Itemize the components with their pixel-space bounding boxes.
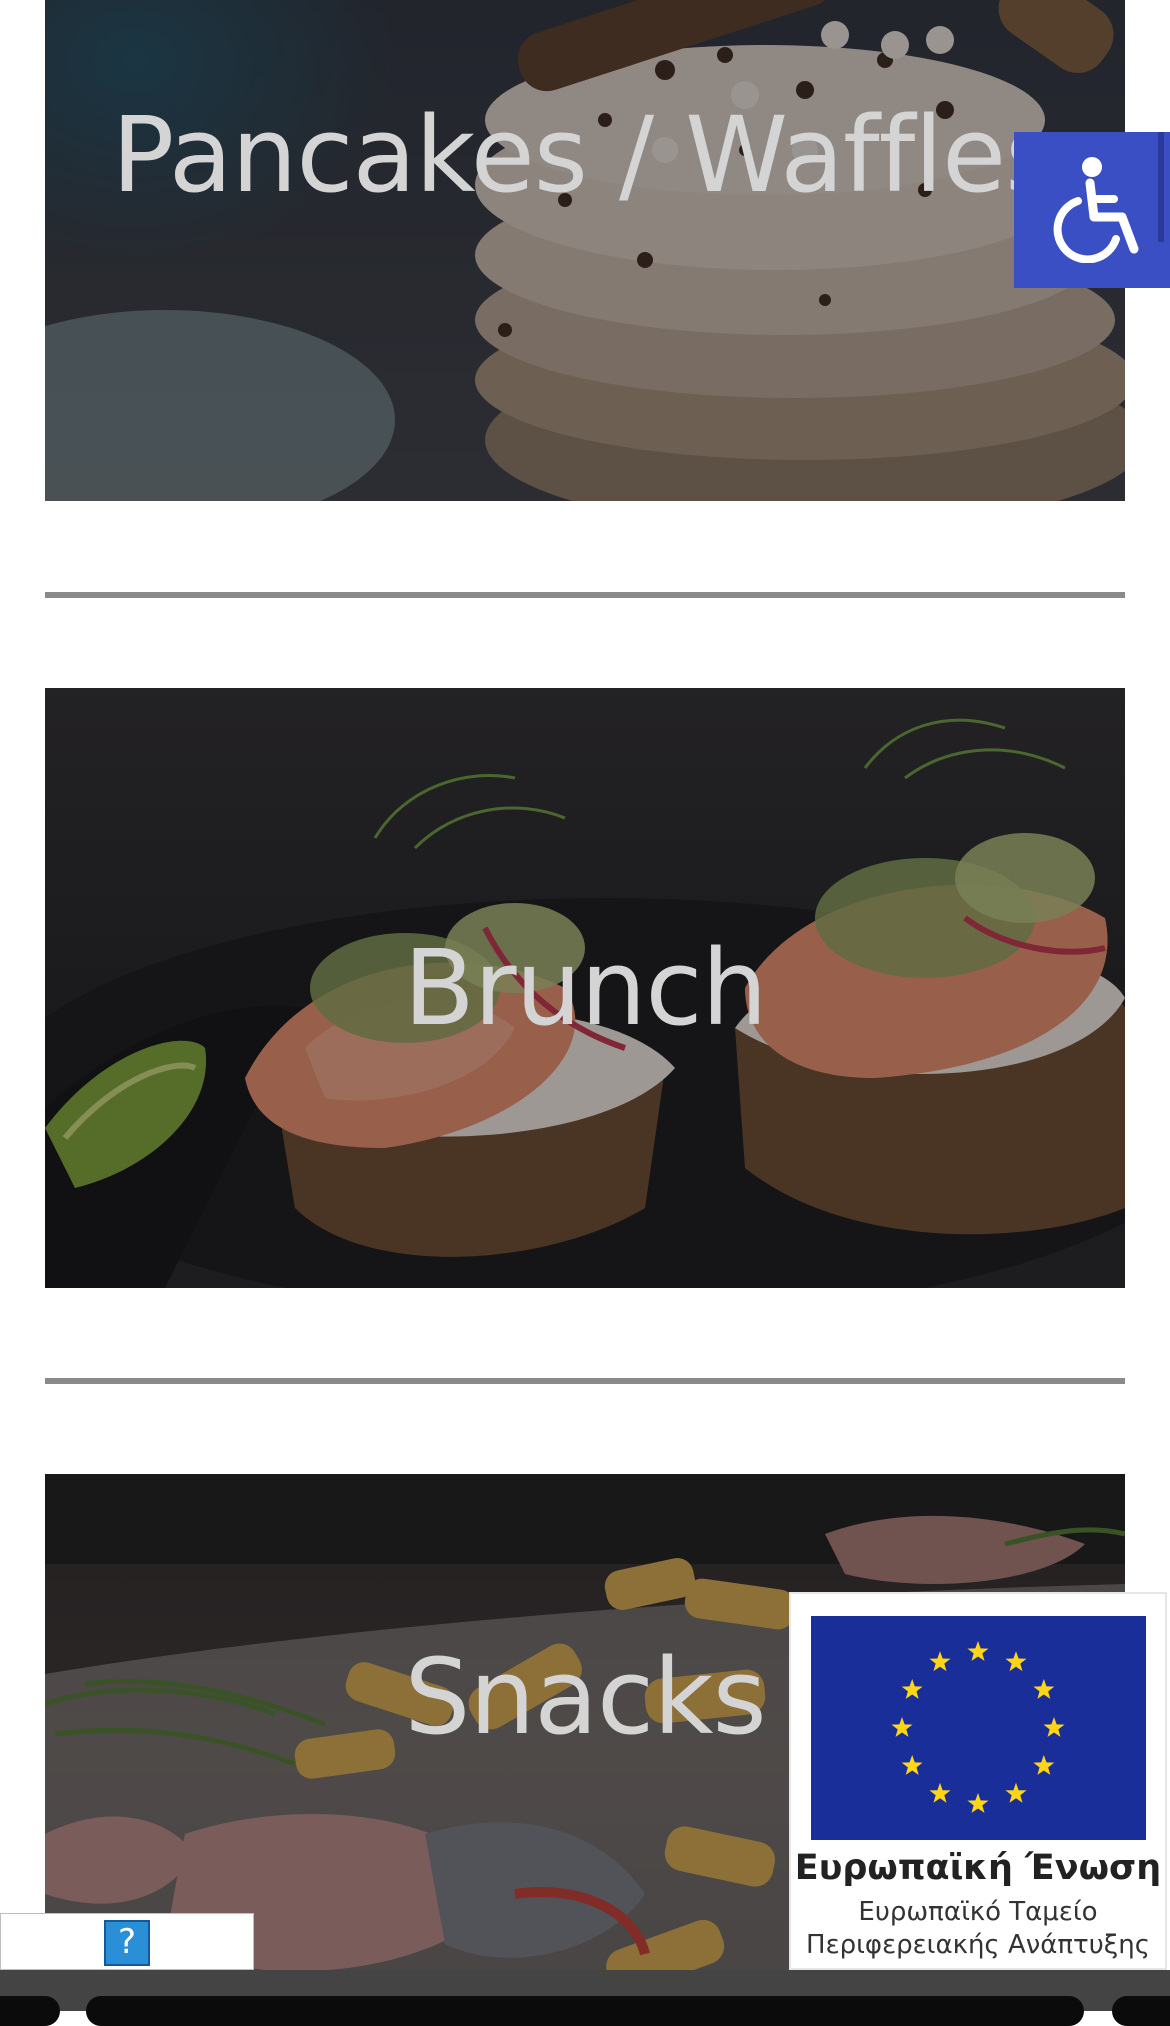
eu-star <box>967 1641 989 1661</box>
eu-badge-line-2: Περιφερειακής Ανάπτυξης <box>806 1930 1150 1960</box>
question-mark-icon: ? <box>117 1922 137 1962</box>
help-widget: ? <box>0 1913 254 1970</box>
bottom-navigation-bar <box>0 1970 1170 2026</box>
category-card-pancakes-waffles[interactable]: Pancakes / Waffles <box>45 0 1125 501</box>
category-card-brunch[interactable]: Brunch <box>45 688 1125 1288</box>
eu-star <box>901 1755 923 1775</box>
wheelchair-icon <box>1042 153 1142 268</box>
eu-star <box>1005 1782 1027 1803</box>
help-button[interactable]: ? <box>104 1920 150 1966</box>
eu-star <box>1005 1651 1027 1672</box>
eu-funding-badge: Ευρωπαϊκή Ένωση Ευρωπαϊκό Ταμείο Περιφερ… <box>789 1592 1167 1970</box>
eu-badge-line-1: Ευρωπαϊκό Ταμείο <box>858 1897 1098 1927</box>
section-divider <box>45 1378 1125 1384</box>
accessibility-button[interactable] <box>1014 132 1170 288</box>
category-title: Brunch <box>403 927 767 1049</box>
nav-pill-main[interactable] <box>86 1996 1084 2026</box>
eu-star <box>1033 1755 1055 1775</box>
category-title: Snacks <box>404 1635 766 1758</box>
eu-star <box>929 1651 951 1672</box>
nav-pill-left[interactable] <box>0 1996 60 2026</box>
eu-badge-title: Ευρωπαϊκή Ένωση <box>794 1848 1162 1888</box>
eu-star <box>967 1793 989 1813</box>
image-overlay <box>45 0 1125 501</box>
eu-star <box>1043 1717 1065 1737</box>
category-title: Pancakes / Waffles <box>111 93 1060 216</box>
eu-star <box>891 1717 913 1737</box>
eu-star <box>1033 1679 1055 1699</box>
eu-star <box>929 1782 951 1803</box>
section-divider <box>45 592 1125 598</box>
nav-pill-right[interactable] <box>1112 1996 1170 2026</box>
eu-star <box>901 1679 923 1699</box>
eu-flag-icon <box>811 1616 1146 1840</box>
scrollbar[interactable] <box>1158 132 1164 242</box>
